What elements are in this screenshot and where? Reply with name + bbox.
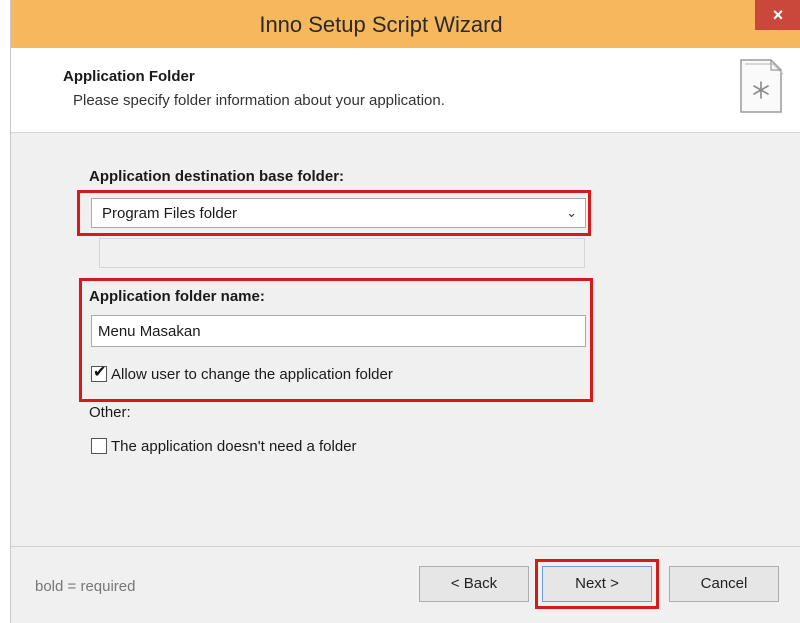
highlight-folder-name (79, 278, 593, 402)
wizard-window: Inno Setup Script Wizard × Application F… (10, 0, 800, 623)
document-star-icon (740, 59, 784, 113)
window-title: Inno Setup Script Wizard (259, 12, 503, 37)
no-folder-label[interactable]: The application doesn't need a folder (111, 438, 357, 455)
wizard-header: Application Folder Please specify folder… (11, 48, 800, 133)
back-button[interactable]: < Back (419, 566, 529, 602)
base-folder-label: Application destination base folder: (89, 168, 345, 185)
required-hint: bold = required (35, 578, 136, 595)
page-title: Application Folder (63, 68, 195, 85)
close-button[interactable]: × (755, 0, 800, 30)
footer-divider (11, 546, 800, 547)
no-folder-checkbox[interactable] (91, 438, 107, 454)
title-bar: Inno Setup Script Wizard × (11, 0, 800, 48)
highlight-base-folder (77, 190, 591, 236)
base-folder-custom-field (99, 238, 585, 268)
page-subtitle: Please specify folder information about … (73, 92, 445, 109)
other-label: Other: (89, 404, 131, 421)
highlight-next (535, 559, 659, 609)
cancel-button[interactable]: Cancel (669, 566, 779, 602)
